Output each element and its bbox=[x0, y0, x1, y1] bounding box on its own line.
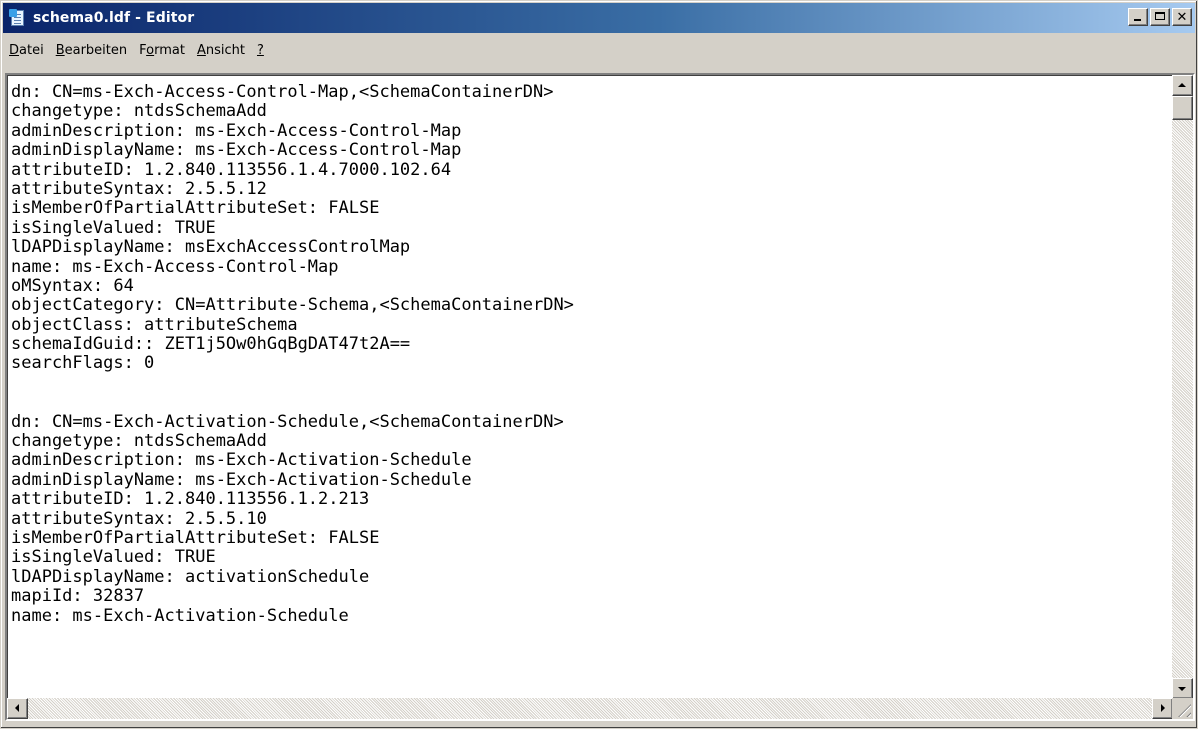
text-line bbox=[11, 393, 1177, 412]
scroll-up-button[interactable] bbox=[1172, 75, 1193, 96]
scroll-left-button[interactable] bbox=[7, 698, 28, 719]
arrow-left-icon bbox=[15, 704, 19, 712]
text-line: dn: CN=ms-Exch-Access-Control-Map,<Schem… bbox=[11, 83, 554, 102]
menu-item[interactable]: Ansicht bbox=[191, 43, 251, 58]
text-line: attributeID: 1.2.840.113556.1.4.7000.102… bbox=[11, 159, 452, 180]
text-line: mapiId: 32837 bbox=[11, 586, 145, 607]
arrow-up-icon bbox=[1178, 83, 1186, 87]
text-line: isMemberOfPartialAttributeSet: FALSE bbox=[11, 198, 380, 219]
text-line: adminDescription: ms-Exch-Activation-Sch… bbox=[11, 450, 472, 471]
minimize-button[interactable] bbox=[1128, 8, 1148, 26]
text-line: adminDisplayName: ms-Exch-Access-Control… bbox=[11, 140, 462, 161]
text-line: lDAPDisplayName: msExchAccessControlMap bbox=[11, 237, 411, 258]
notepad-icon[interactable] bbox=[9, 9, 27, 27]
size-grip-icon[interactable] bbox=[1172, 698, 1193, 719]
menu-item[interactable]: ? bbox=[251, 43, 270, 58]
text-content[interactable]: dn: CN=ms-Exch-Access-Control-Map,<Schem… bbox=[11, 83, 1177, 687]
menu-item-accelerator: D bbox=[9, 42, 20, 58]
text-line: adminDescription: ms-Exch-Access-Control… bbox=[11, 120, 462, 141]
text-line: objectClass: attributeSchema bbox=[11, 314, 298, 335]
scroll-down-button[interactable] bbox=[1172, 678, 1193, 699]
text-line: attributeID: 1.2.840.113556.1.2.213 bbox=[11, 489, 370, 510]
editor-window: schema0.ldf - Editor ✕ Datei Bearbeiten Fo… bbox=[0, 0, 1198, 729]
menu-item[interactable]: Bearbeiten bbox=[50, 43, 133, 58]
close-icon: ✕ bbox=[1176, 9, 1188, 25]
text-editor[interactable]: dn: CN=ms-Exch-Access-Control-Map,<Schem… bbox=[5, 73, 1195, 721]
text-line: isSingleValued: TRUE bbox=[11, 217, 216, 238]
text-line: changetype: ntdsSchemaAdd bbox=[11, 431, 267, 452]
text-line: dn: CN=ms-Exch-Activation-Schedule,<Sche… bbox=[11, 411, 564, 432]
text-line: objectCategory: CN=Attribute-Schema,<Sch… bbox=[11, 295, 574, 316]
text-line: attributeSyntax: 2.5.5.10 bbox=[11, 508, 267, 529]
text-line: changetype: ntdsSchemaAdd bbox=[11, 101, 267, 122]
menu-item-accelerator: o bbox=[146, 42, 155, 58]
scroll-right-button[interactable] bbox=[1152, 698, 1173, 719]
text-line: isSingleValued: TRUE bbox=[11, 547, 216, 568]
vertical-scroll-thumb[interactable] bbox=[1172, 96, 1193, 120]
menu-item-accelerator: B bbox=[55, 42, 65, 58]
maximize-button[interactable] bbox=[1150, 8, 1170, 26]
title-bar[interactable]: schema0.ldf - Editor ✕ bbox=[3, 3, 1195, 33]
window-title: schema0.ldf - Editor bbox=[33, 10, 195, 26]
arrow-right-icon bbox=[1161, 704, 1165, 712]
text-line bbox=[11, 374, 1177, 393]
text-line: isMemberOfPartialAttributeSet: FALSE bbox=[11, 527, 380, 548]
menu-bar: Datei Bearbeiten Format Ansicht? bbox=[3, 39, 1195, 61]
vertical-scrollbar[interactable] bbox=[1172, 75, 1193, 699]
menu-item-label: rmat bbox=[154, 42, 185, 58]
menu-item-label: earbeiten bbox=[64, 42, 128, 58]
text-line: schemaIdGuid:: ZET1j5Ow0hGqBgDAT47t2A== bbox=[11, 334, 411, 355]
text-line: name: ms-Exch-Activation-Schedule bbox=[11, 605, 349, 626]
window-controls: ✕ bbox=[1126, 8, 1192, 26]
menu-item[interactable]: Format bbox=[133, 43, 191, 58]
menu-item[interactable]: Datei bbox=[3, 43, 50, 58]
arrow-down-icon bbox=[1178, 687, 1186, 691]
close-button[interactable]: ✕ bbox=[1172, 8, 1192, 26]
text-line: lDAPDisplayName: activationSchedule bbox=[11, 566, 370, 587]
text-line: adminDisplayName: ms-Exch-Activation-Sch… bbox=[11, 469, 472, 490]
text-line: oMSyntax: 64 bbox=[11, 275, 134, 296]
text-line: attributeSyntax: 2.5.5.12 bbox=[11, 178, 267, 199]
minimize-icon bbox=[1134, 19, 1141, 21]
maximize-icon bbox=[1155, 12, 1165, 20]
text-line: name: ms-Exch-Access-Control-Map bbox=[11, 256, 339, 277]
menu-item-accelerator: ? bbox=[256, 42, 264, 58]
menu-item-label: atei bbox=[19, 42, 44, 58]
horizontal-scrollbar[interactable] bbox=[7, 698, 1173, 719]
menu-item-accelerator: A bbox=[196, 42, 206, 58]
text-line: searchFlags: 0 bbox=[11, 353, 155, 374]
menu-item-label: nsicht bbox=[205, 42, 245, 58]
